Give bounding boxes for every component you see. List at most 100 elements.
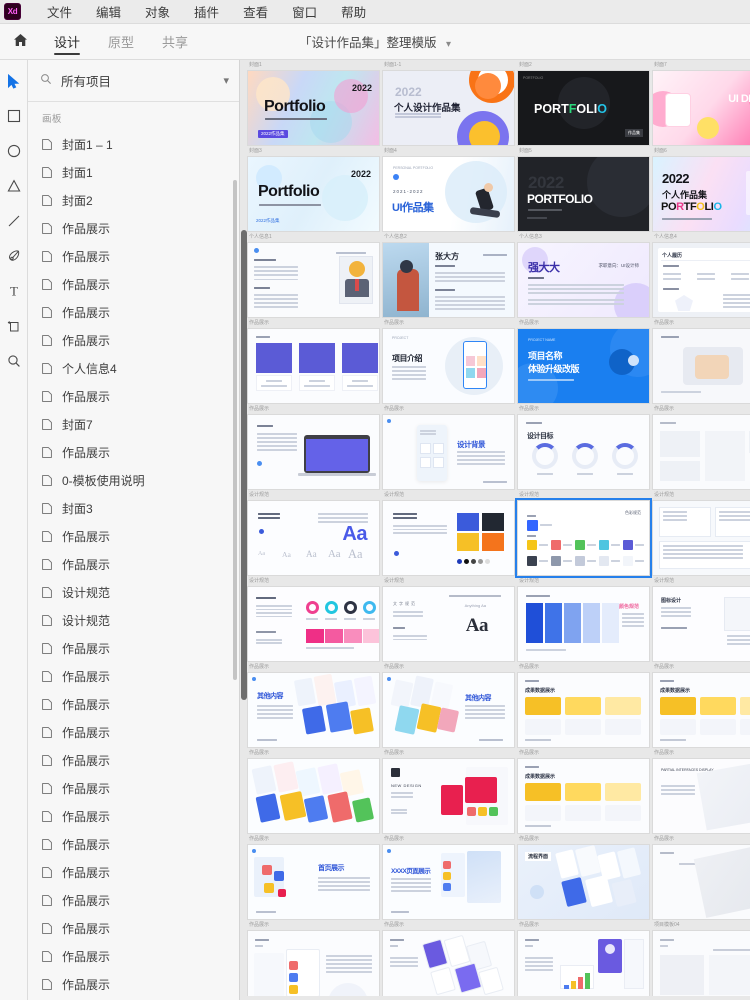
artboard-thumbnail[interactable]: 成果数据展示 (518, 759, 649, 833)
artboard-thumbnail[interactable] (653, 501, 750, 575)
artboard-thumbnail[interactable]: PROJECT 项目介绍 (383, 329, 514, 403)
artboard-tool[interactable] (3, 315, 25, 337)
artboard-thumbnail[interactable]: 成果数据展示 (653, 673, 750, 747)
artboard-thumbnail[interactable] (518, 931, 649, 1000)
artboard-name-label[interactable]: 作品展示 (383, 404, 514, 415)
artboard-thumbnail[interactable]: NEW DESIGN (383, 759, 514, 833)
artboard-name-label[interactable]: 封面2 (518, 60, 649, 71)
artboard-name-label[interactable]: 作品展示 (518, 318, 649, 329)
artboard-thumbnail[interactable] (383, 931, 514, 1000)
artboard-name-label[interactable]: 封面1-1 (383, 60, 514, 71)
artboard-name-label[interactable]: 作品展示 (248, 920, 379, 931)
artboard-name-label[interactable]: 设计规范 (518, 490, 649, 501)
layer-item[interactable]: 作品展示 (28, 970, 239, 998)
layer-item[interactable]: 作品展示 (28, 214, 239, 242)
artboard-name-label[interactable]: 作品展示 (248, 318, 379, 329)
artboard-thumbnail[interactable] (653, 931, 750, 1000)
artboard-thumbnail[interactable]: 首页展示 (248, 845, 379, 919)
artboard-name-label[interactable]: 作品展示 (653, 662, 750, 673)
layer-item[interactable]: 封面7 (28, 410, 239, 438)
artboard-thumbnail[interactable] (248, 415, 379, 489)
artboard-name-label[interactable]: 作品展示 (653, 404, 750, 415)
layers-scrollbar[interactable] (233, 180, 237, 680)
search-input[interactable]: 所有项目 (61, 71, 215, 90)
artboard-name-label[interactable]: 作品展示 (383, 318, 514, 329)
artboard-thumbnail[interactable]: Aa Aa Aa Aa Aa Aa (248, 501, 379, 575)
layer-item[interactable]: 作品展示 (28, 718, 239, 746)
layer-item[interactable]: 封面1 – 1 (28, 130, 239, 158)
layer-item[interactable]: 作品展示 (28, 802, 239, 830)
artboard-name-label[interactable]: 作品展示 (518, 662, 649, 673)
artboard-name-label[interactable]: 个人信息2 (383, 232, 514, 243)
artboard-thumbnail[interactable]: 2022 PORTFOLIO (518, 157, 649, 231)
artboard-thumbnail[interactable]: PARTIAL INTERFACES DISPLAY (653, 759, 750, 833)
artboard-name-label[interactable]: 个人信息1 (248, 232, 379, 243)
polygon-tool[interactable] (3, 175, 25, 197)
artboard-thumbnail[interactable]: PORTFOLIO PORTFOLIO 作品集 (518, 71, 649, 145)
artboard-thumbnail[interactable]: XXXX页面展示 (383, 845, 514, 919)
layer-item[interactable]: 作品展示 (28, 550, 239, 578)
artboard-thumbnail[interactable]: 张大方 (383, 243, 514, 317)
artboard-name-label[interactable]: 作品展示 (518, 404, 649, 415)
layer-item[interactable]: 封面3 (28, 494, 239, 522)
layer-item[interactable]: 作品展示 (28, 382, 239, 410)
layer-item[interactable]: 个人信息4 (28, 354, 239, 382)
artboard-thumbnail[interactable]: PROJECT NAME 项目名称 体验升级改版 (518, 329, 649, 403)
artboard-thumbnail[interactable]: 2022 个人作品集 PORTFOLIO (653, 157, 750, 231)
artboard-name-label[interactable]: 设计规范 (248, 576, 379, 587)
artboard-name-label[interactable]: 作品展示 (248, 834, 379, 845)
tab-design[interactable]: 设计 (40, 24, 94, 59)
menu-edit[interactable]: 编辑 (84, 0, 133, 23)
artboard-name-label[interactable]: 作品展示 (383, 748, 514, 759)
layer-item[interactable]: 作品展示 (28, 242, 239, 270)
artboard-name-label[interactable]: 项目模板04 (653, 920, 750, 931)
artboard-thumbnail[interactable]: 2022 Portfolio 2022作品集 (248, 71, 379, 145)
pen-tool[interactable] (3, 245, 25, 267)
artboard-name-label[interactable]: 作品展示 (383, 662, 514, 673)
artboard-name-label[interactable]: 作品展示 (518, 920, 649, 931)
menu-window[interactable]: 窗口 (280, 0, 329, 23)
layer-item[interactable]: 作品展示 (28, 858, 239, 886)
artboard-thumbnail[interactable] (248, 243, 379, 317)
layer-item[interactable]: 设计规范 (28, 578, 239, 606)
artboard-name-label[interactable]: 封面4 (383, 146, 514, 157)
artboard-name-label[interactable]: 作品展示 (653, 318, 750, 329)
artboard-thumbnail[interactable]: 色彩规范 (515, 498, 652, 578)
line-tool[interactable] (3, 210, 25, 232)
artboard-name-label[interactable]: 设计规范 (653, 490, 750, 501)
artboard-name-label[interactable]: 作品展示 (518, 748, 649, 759)
artboard-name-label[interactable]: 设计规范 (383, 490, 514, 501)
artboard-name-label[interactable]: 设计规范 (383, 576, 514, 587)
artboard-name-label[interactable]: 作品展示 (248, 404, 379, 415)
artboard-thumbnail[interactable] (653, 415, 750, 489)
layer-item[interactable]: 设计规范 (28, 606, 239, 634)
rectangle-tool[interactable] (3, 105, 25, 127)
layer-item[interactable]: 封面2 (28, 186, 239, 214)
artboard-thumbnail[interactable] (248, 587, 379, 661)
canvas-vertical-scrollbar[interactable] (241, 230, 247, 700)
layer-list[interactable]: 封面1 – 1 封面1 封面2 作品展示 作品展示 作品展示 作品展示 作品展示 个人信息4 作品… (28, 130, 239, 1000)
artboard-name-label[interactable]: 个人信息4 (653, 232, 750, 243)
layer-item[interactable]: 作品展示 (28, 634, 239, 662)
artboard-thumbnail[interactable] (248, 329, 379, 403)
artboard-thumbnail[interactable]: PERSONAL PORTFOLIO 2021-2022 UI作品集 (383, 157, 514, 231)
text-tool[interactable]: T (3, 280, 25, 302)
layer-item[interactable]: 作品展示 (28, 942, 239, 970)
layer-item[interactable]: 作品展示 (28, 746, 239, 774)
document-title[interactable]: 「设计作品集」整理模版 (299, 36, 437, 50)
layer-item[interactable]: 作品展示 (28, 914, 239, 942)
artboard-name-label[interactable]: 设计规范 (248, 490, 379, 501)
layer-item[interactable]: 作品展示 (28, 298, 239, 326)
artboard-thumbnail[interactable]: 强大大 求职意向：UI设计师 (518, 243, 649, 317)
home-button[interactable] (0, 33, 40, 50)
layer-item[interactable]: 作品展示 (28, 326, 239, 354)
layer-item[interactable]: 作品展示 (28, 438, 239, 466)
layer-item[interactable]: 封面1 (28, 158, 239, 186)
canvas-area[interactable]: 封面1 2022 Portfolio 2022作品集 封面1-1 2022 个人设… (240, 60, 750, 1000)
artboard-thumbnail[interactable]: 2022 Portfolio 2022作品集 (248, 157, 379, 231)
artboard-name-label[interactable]: 作品展示 (383, 834, 514, 845)
chevron-down-icon[interactable]: ▾ (446, 39, 451, 50)
ellipse-tool[interactable] (3, 140, 25, 162)
artboard-name-label[interactable]: 作品展示 (248, 748, 379, 759)
layer-item[interactable]: 作品展示 (28, 522, 239, 550)
